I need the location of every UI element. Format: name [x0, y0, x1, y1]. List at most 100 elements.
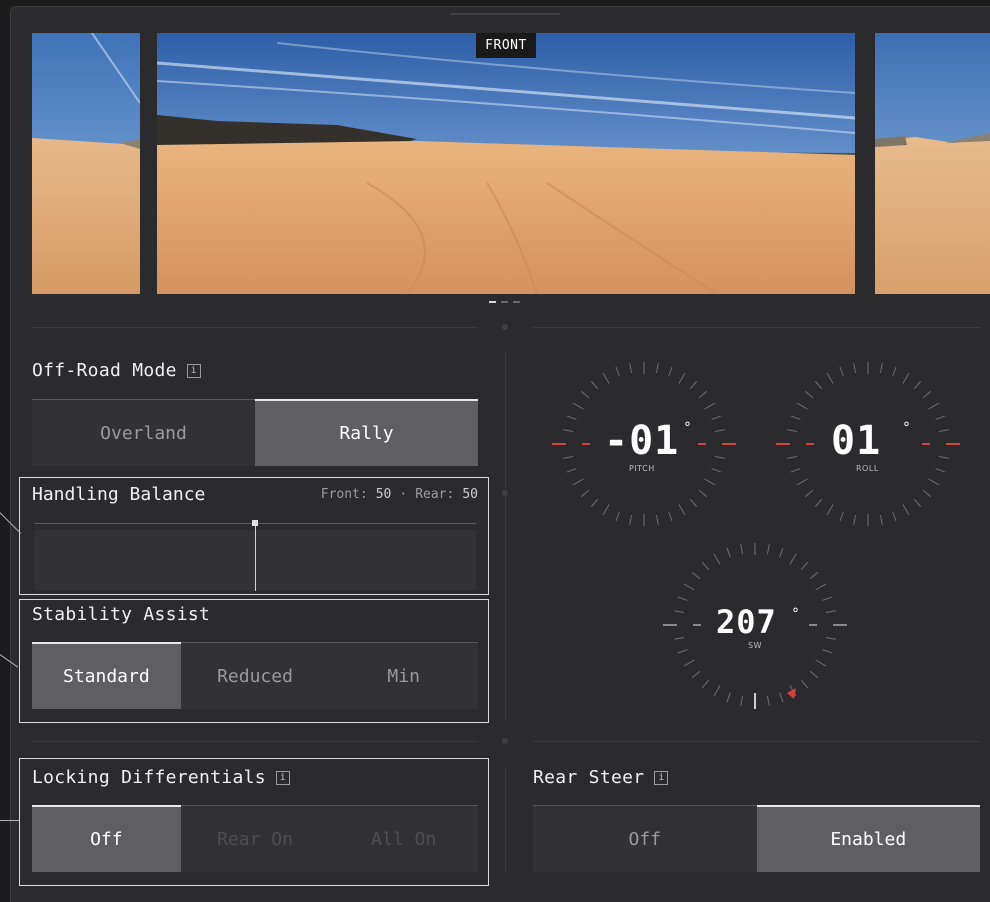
dial-tick: [683, 583, 695, 591]
camera-left-view[interactable]: [32, 33, 140, 294]
dial-tick: [691, 571, 701, 580]
dial-tick: [826, 372, 834, 384]
dial-tick: [809, 670, 819, 679]
dial-tick: [767, 544, 770, 555]
dial-tick: [629, 363, 632, 374]
dial-tick: [713, 685, 721, 697]
pitch-unit: °: [684, 420, 691, 436]
dial-tick: [698, 390, 708, 399]
offroad-option-overland[interactable]: Overland: [32, 399, 255, 466]
divider-dot: [502, 324, 508, 330]
dial-tick: [938, 456, 949, 459]
dial-tick: [691, 670, 701, 679]
dial-tick: [689, 380, 698, 390]
dial-tick: [714, 456, 725, 459]
drag-handle[interactable]: [450, 13, 560, 15]
dial-tick: [726, 692, 731, 703]
dial-tick: [822, 649, 833, 654]
rear-steer-label: Rear Steer: [533, 767, 645, 788]
dial-tick: [590, 380, 599, 390]
dial-tick: [814, 498, 823, 508]
locking-option-rear-on[interactable]: Rear On: [180, 805, 330, 872]
heading-unit: °: [792, 606, 799, 622]
dial-tick: [698, 489, 708, 498]
rear-steer-option-enabled[interactable]: Enabled: [756, 805, 980, 872]
dial-tick: [790, 468, 801, 473]
dial-tick: [580, 390, 590, 399]
pager-dot[interactable]: [501, 301, 508, 303]
dial-tick: [839, 366, 844, 377]
dial-tick: [602, 372, 610, 384]
dial-tick: [726, 547, 731, 558]
dial-tick: [809, 571, 819, 580]
roll-label: ROLL: [856, 464, 879, 473]
dial-tick: [804, 390, 814, 399]
rear-steer-title: Rear Steer i: [533, 767, 669, 788]
divider: [533, 741, 980, 742]
dial-tick: [683, 659, 695, 667]
dial-tick: [790, 415, 801, 420]
dial-tick: [935, 415, 946, 420]
dial-tick: [902, 372, 910, 384]
dial-tick: [922, 489, 932, 498]
dial-tick: [615, 366, 620, 377]
dial-tick: [713, 553, 721, 565]
rear-steer-option-off[interactable]: Off: [533, 805, 757, 872]
dial-tick: [701, 561, 710, 571]
dial-tick: [796, 478, 808, 486]
dial-tick: [880, 514, 883, 525]
dial-tick: [740, 695, 743, 706]
dial-tick: [789, 553, 797, 565]
info-icon[interactable]: i: [275, 770, 290, 785]
dial-tick: [902, 504, 910, 516]
dial-tick: [674, 637, 685, 640]
dial-tick: [563, 429, 574, 432]
rear-steer-selector[interactable]: Off Enabled: [533, 805, 980, 872]
dial-tick: [928, 478, 940, 486]
dial-tick: [800, 561, 809, 571]
dial-tick: [714, 429, 725, 432]
dial-tick: [668, 511, 673, 522]
camera-label: FRONT: [476, 33, 536, 58]
stability-assist-title: Stability Assist: [32, 604, 210, 625]
dial-tick: [928, 402, 940, 410]
locking-differentials-selector[interactable]: Off Rear On All On: [32, 805, 479, 872]
stability-option-standard[interactable]: Standard: [32, 642, 181, 709]
info-icon[interactable]: i: [654, 770, 669, 785]
balance-slider-handle[interactable]: [252, 520, 258, 526]
camera-pager[interactable]: [489, 301, 520, 303]
offroad-mode-selector[interactable]: Overland Rally: [32, 399, 478, 466]
rear-value: 50: [462, 487, 478, 502]
dial-tick: [572, 402, 584, 410]
pitch-label: PITCH: [629, 464, 655, 473]
dial-tick: [787, 429, 798, 432]
stability-option-reduced[interactable]: Reduced: [180, 642, 330, 709]
dial-tick: [740, 544, 743, 555]
locking-option-all-on[interactable]: All On: [329, 805, 479, 872]
pager-dot[interactable]: [513, 301, 520, 303]
dial-tick: [839, 511, 844, 522]
dial-tick: [814, 380, 823, 390]
stability-assist-selector[interactable]: Standard Reduced Min: [32, 642, 479, 709]
info-icon[interactable]: i: [186, 363, 201, 378]
dial-tick: [796, 402, 808, 410]
dial-tick: [892, 366, 897, 377]
dial-tick: [767, 695, 770, 706]
camera-front-view[interactable]: [157, 33, 855, 294]
dial-tick: [678, 504, 686, 516]
dial-tick: [938, 429, 949, 432]
offroad-option-rally[interactable]: Rally: [255, 399, 478, 466]
dial-tick: [853, 363, 856, 374]
pager-dot[interactable]: [489, 301, 496, 303]
stability-option-min[interactable]: Min: [329, 642, 479, 709]
dial-tick: [779, 692, 784, 703]
dial-tick: [815, 659, 827, 667]
dial-tick: [566, 415, 577, 420]
heading-pointer: [787, 688, 796, 699]
camera-right-view[interactable]: [875, 33, 990, 294]
locking-option-off[interactable]: Off: [32, 805, 181, 872]
roll-value: 01: [831, 418, 882, 464]
balance-slider-needle: [255, 526, 256, 591]
dial-tick: [701, 679, 710, 689]
dial-tick: [822, 596, 833, 601]
